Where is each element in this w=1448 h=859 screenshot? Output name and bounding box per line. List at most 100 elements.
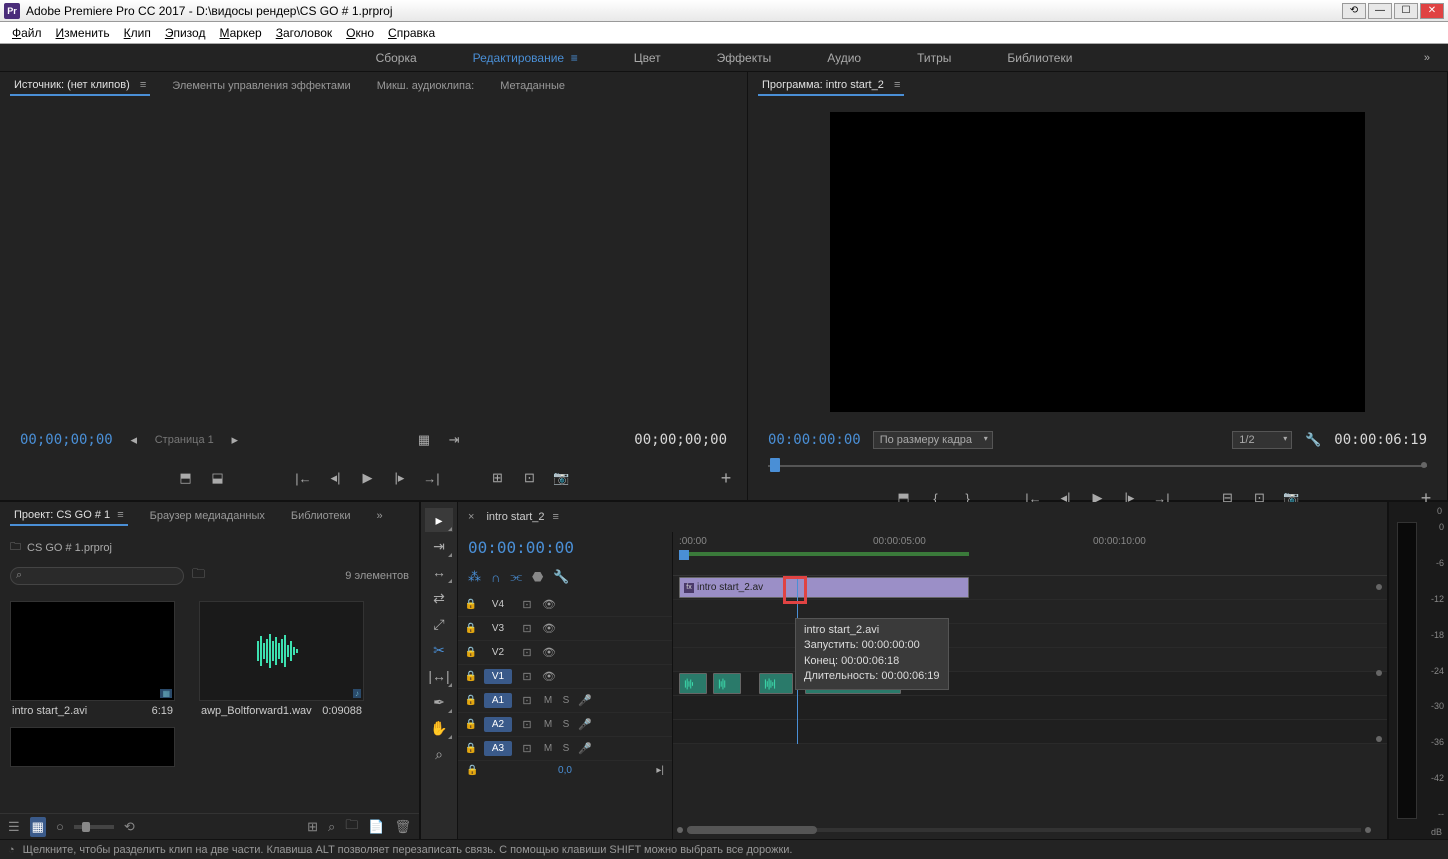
add-button-icon[interactable]: +: [717, 469, 735, 487]
track-v3[interactable]: [673, 600, 1387, 624]
maximize-button[interactable]: ☐: [1394, 3, 1418, 19]
track-v1[interactable]: [673, 648, 1387, 672]
insert-icon[interactable]: ⊞: [489, 469, 507, 487]
workspace-libraries[interactable]: Библиотеки: [999, 47, 1080, 69]
overwrite-icon[interactable]: ⊡: [521, 469, 539, 487]
zoom-tool[interactable]: ⌕: [425, 742, 453, 766]
step-fwd-icon[interactable]: |▸: [391, 469, 409, 487]
tab-audio-mixer[interactable]: Микш. аудиоклипа:: [373, 77, 479, 95]
track-a3[interactable]: [673, 720, 1387, 744]
timeline-timecode[interactable]: 00:00:00:00: [468, 538, 662, 557]
tab-overflow[interactable]: »: [373, 507, 387, 525]
thumbnail-next[interactable]: [10, 727, 175, 767]
go-out-icon[interactable]: →|: [423, 469, 441, 487]
workspace-editing[interactable]: Редактирование ≡: [465, 47, 586, 69]
timeline-ruler[interactable]: :00:00 00:00:05:00 00:00:10:00: [673, 532, 1387, 576]
sequence-name[interactable]: intro start_2: [486, 511, 544, 523]
auto-match-icon[interactable]: ⊞: [307, 819, 318, 835]
track-select-tool[interactable]: ⇥: [425, 534, 453, 558]
tab-program[interactable]: Программа: intro start_2 ≡: [758, 76, 904, 96]
new-item-icon[interactable]: 📄: [368, 819, 384, 835]
program-video-area[interactable]: [830, 112, 1365, 412]
track-header-a1[interactable]: 🔒A1⊡MS🎤: [458, 689, 672, 713]
menu-title[interactable]: Заголовок: [270, 24, 338, 42]
track-header-v4[interactable]: 🔒V4⊡👁: [458, 593, 672, 617]
razor-tool[interactable]: ✂: [425, 638, 453, 662]
track-header-v2[interactable]: 🔒V2⊡👁: [458, 641, 672, 665]
menu-help[interactable]: Справка: [382, 24, 441, 42]
selection-tool[interactable]: ▸: [425, 508, 453, 532]
track-header-v3[interactable]: 🔒V3⊡👁: [458, 617, 672, 641]
workspace-color[interactable]: Цвет: [626, 47, 669, 69]
timeline-vscroll[interactable]: [1375, 582, 1383, 809]
project-item[interactable]: ▦ intro start_2.avi6:19: [10, 601, 175, 767]
settings-icon[interactable]: 🔧: [553, 569, 569, 585]
step-back-icon[interactable]: ◂|: [327, 469, 345, 487]
page-next[interactable]: ▸: [226, 431, 244, 449]
menu-sequence[interactable]: Эпизод: [159, 24, 212, 42]
workspace-assembly[interactable]: Сборка: [368, 47, 425, 69]
grid-icon[interactable]: ▦: [415, 431, 433, 449]
slip-tool[interactable]: |↔|: [425, 664, 453, 688]
linked-selection-icon[interactable]: ⫘: [510, 569, 522, 585]
thumbnail-audio[interactable]: ♪: [199, 601, 364, 701]
workspace-overflow[interactable]: »: [1424, 52, 1430, 64]
track-a2[interactable]: [673, 696, 1387, 720]
go-in-icon[interactable]: |←: [295, 469, 313, 487]
menu-file[interactable]: Файл: [6, 24, 48, 42]
pen-tool[interactable]: ✒: [425, 690, 453, 714]
fit-dropdown[interactable]: По размеру кадра: [873, 431, 993, 449]
program-scrubber[interactable]: [768, 456, 1427, 476]
timeline-tracks-area[interactable]: :00:00 00:00:05:00 00:00:10:00 fxintro s…: [673, 532, 1387, 839]
mark-out-icon[interactable]: ⬓: [209, 469, 227, 487]
playhead-icon[interactable]: [679, 550, 689, 560]
hand-tool[interactable]: ✋: [425, 716, 453, 740]
ripple-edit-tool[interactable]: ↔: [425, 560, 453, 584]
play-icon[interactable]: ▶: [359, 469, 377, 487]
find-icon[interactable]: ⌕: [328, 819, 335, 835]
track-header-a3[interactable]: 🔒A3⊡MS🎤: [458, 737, 672, 761]
tab-media-browser[interactable]: Браузер медиаданных: [146, 507, 269, 525]
filter-bin-icon[interactable]: 🗀: [192, 565, 205, 587]
timeline-hscroll[interactable]: [673, 825, 1375, 835]
wrench-icon[interactable]: 🔧: [1304, 431, 1322, 449]
rolling-edit-tool[interactable]: ⇄: [425, 586, 453, 610]
track-v4[interactable]: fxintro start_2.av: [673, 576, 1387, 600]
workspace-effects[interactable]: Эффекты: [709, 47, 780, 69]
tab-source[interactable]: Источник: (нет клипов) ≡: [10, 76, 150, 96]
sequence-menu-icon[interactable]: ≡: [553, 511, 559, 523]
close-sequence-icon[interactable]: ×: [468, 511, 474, 523]
source-time-in[interactable]: 00;00;00;00: [20, 432, 113, 448]
workspace-titles[interactable]: Титры: [909, 47, 959, 69]
video-clip[interactable]: fxintro start_2.av: [679, 577, 969, 598]
track-a1[interactable]: fx: [673, 672, 1387, 696]
tab-metadata[interactable]: Метаданные: [496, 77, 569, 95]
new-bin-icon[interactable]: 🗀: [345, 816, 358, 838]
resolution-dropdown[interactable]: 1/2: [1232, 431, 1292, 449]
ripple-icon[interactable]: ⇥: [445, 431, 463, 449]
thumbnail-video[interactable]: ▦: [10, 601, 175, 701]
menu-window[interactable]: Окно: [340, 24, 380, 42]
tab-project[interactable]: Проект: CS GO # 1 ≡: [10, 506, 128, 526]
icon-view-icon[interactable]: ▦: [30, 817, 46, 837]
menu-marker[interactable]: Маркер: [213, 24, 267, 42]
menu-clip[interactable]: Клип: [118, 24, 157, 42]
close-button[interactable]: ✕: [1420, 3, 1444, 19]
magnet-icon[interactable]: ∩: [491, 570, 500, 585]
meter-bars[interactable]: [1397, 522, 1417, 819]
track-header-a2[interactable]: 🔒A2⊡MS🎤: [458, 713, 672, 737]
audio-clip[interactable]: [759, 673, 793, 694]
tab-effect-controls[interactable]: Элементы управления эффектами: [168, 77, 354, 95]
audio-clip[interactable]: [679, 673, 707, 694]
track-v2[interactable]: [673, 624, 1387, 648]
marker-icon[interactable]: ⬣: [532, 569, 543, 585]
menu-edit[interactable]: Изменить: [50, 24, 116, 42]
tab-libraries[interactable]: Библиотеки: [287, 507, 355, 525]
project-search-input[interactable]: [10, 567, 184, 585]
trash-icon[interactable]: 🗑: [394, 819, 411, 835]
rate-stretch-tool[interactable]: ⤢: [425, 612, 453, 636]
sort-icon[interactable]: ⟲: [124, 819, 135, 835]
zoom-level[interactable]: 0,0: [558, 765, 572, 776]
help-button[interactable]: ⟲: [1342, 3, 1366, 19]
minimize-button[interactable]: —: [1368, 3, 1392, 19]
